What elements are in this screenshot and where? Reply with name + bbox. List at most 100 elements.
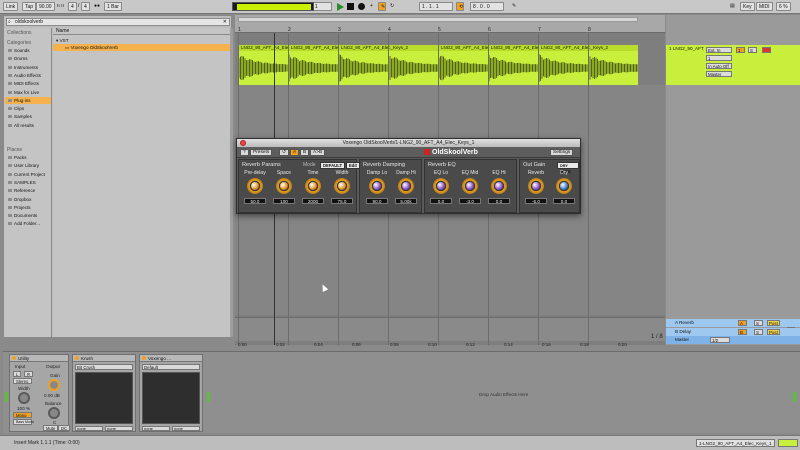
krush-macro-a[interactable]: none xyxy=(75,426,103,431)
presets-button[interactable]: Presets xyxy=(250,149,273,156)
knob-dial-icon[interactable] xyxy=(369,178,385,194)
tap-button[interactable]: Tap xyxy=(22,2,37,11)
track-activator[interactable]: 1 xyxy=(736,47,745,53)
help-button[interactable]: ? xyxy=(240,149,249,156)
knob-pre-delay[interactable]: Pre-delay 50.0 xyxy=(241,170,269,211)
audio-clip[interactable]: LNG2_90_AFT_A4_Elec_Keys_1 xyxy=(438,45,488,85)
knob-dial-icon[interactable] xyxy=(556,178,572,194)
return-track-b-delay[interactable]: B Delay B S Post xyxy=(666,327,800,336)
knob-value-field[interactable]: 0.0 xyxy=(553,198,575,204)
knob-dial-icon[interactable] xyxy=(305,178,321,194)
loop-length-field[interactable]: 8 . 0 . 0 xyxy=(470,2,504,11)
category-instruments[interactable]: Instruments xyxy=(5,64,51,71)
play-icon[interactable] xyxy=(337,3,344,11)
return-post-button[interactable]: Post xyxy=(767,320,780,326)
knob-dial-icon[interactable] xyxy=(528,178,544,194)
settings-b-button[interactable]: B xyxy=(300,149,310,156)
knob-dial-icon[interactable] xyxy=(247,178,263,194)
metronome-icon[interactable]: ●● xyxy=(92,2,102,11)
input-type-select[interactable]: Ext. In xyxy=(706,47,732,53)
knob-eq-mid[interactable]: EQ Mid -3.0 xyxy=(456,170,484,211)
power-icon[interactable] xyxy=(142,356,146,360)
category-drums[interactable]: Drums xyxy=(5,55,51,62)
settings-button[interactable]: Settings xyxy=(550,149,574,156)
input-channel-select[interactable]: 1 xyxy=(706,55,732,61)
category-plug-ins[interactable]: Plug-ins xyxy=(5,96,51,104)
category-midi-effects[interactable]: MIDI Effects xyxy=(5,80,51,87)
loop-start-field[interactable]: 1 . 1 . 1 xyxy=(419,2,453,11)
loop-toggle-icon[interactable]: ⟲ xyxy=(456,2,464,11)
return-track-name[interactable]: A Reverb xyxy=(666,319,704,327)
knob-value-field[interactable]: -6.0 xyxy=(525,198,547,204)
plugin-window-title[interactable]: Voxengo OldSkoolVerb/1-LNG2_90_AFT_A4_El… xyxy=(237,139,580,147)
mono-button[interactable]: Mono xyxy=(13,412,32,418)
knob-value-field[interactable]: 0.0 xyxy=(488,198,510,204)
audio-clip[interactable]: LNG2_90_AFT_A4_Elec_Keys_1 xyxy=(488,45,538,85)
dc-button[interactable]: DC xyxy=(58,425,71,431)
settings-a-button[interactable]: A xyxy=(290,149,300,156)
knob-dial-icon[interactable] xyxy=(433,178,449,194)
return-solo-button[interactable]: S xyxy=(754,320,763,326)
knob-dial-icon[interactable] xyxy=(462,178,478,194)
category-clips[interactable]: Clips xyxy=(5,105,51,112)
width-value[interactable]: 100 % xyxy=(17,406,30,411)
category-sounds[interactable]: Sounds xyxy=(5,47,51,54)
tempo-field[interactable]: 90.00 xyxy=(36,2,55,11)
knob-value-field[interactable]: 50.0 xyxy=(244,198,266,204)
knob-dry[interactable]: Dry 0.0 xyxy=(550,170,578,211)
bass-mono-button[interactable]: Bass Mono xyxy=(13,419,34,425)
knob-time[interactable]: Time 2000 xyxy=(299,170,327,211)
return-track-name[interactable]: B Delay xyxy=(666,328,704,336)
category-audio-effects[interactable]: Audio Effects xyxy=(5,72,51,79)
close-window-icon[interactable] xyxy=(240,140,246,146)
category-all-results[interactable]: All results xyxy=(5,122,51,129)
place-dropbox[interactable]: Dropbox xyxy=(5,196,51,203)
phase-left-button[interactable]: L xyxy=(13,371,22,377)
stop-icon[interactable] xyxy=(347,3,354,10)
place-current-project[interactable]: Current Project xyxy=(5,171,51,178)
browser-scrollbar[interactable] xyxy=(230,28,233,337)
width-knob[interactable] xyxy=(18,392,30,404)
krush-title[interactable]: Krush xyxy=(73,355,135,362)
knob-value-field[interactable]: 75.0 xyxy=(331,198,353,204)
krush-preset-select[interactable]: Bit Crush xyxy=(75,364,133,370)
knob-dial-icon[interactable] xyxy=(491,178,507,194)
arm-record-icon[interactable] xyxy=(762,47,771,53)
power-icon[interactable] xyxy=(12,356,16,360)
audio-clip[interactable]: LNG2_90_AFT_A4_Elec_Keys_1 xyxy=(238,45,288,85)
return-track-a-reverb[interactable]: A Reverb A S Post xyxy=(666,319,800,327)
category-max-for-live[interactable]: Max for Live xyxy=(5,89,51,96)
return-track-master[interactable]: Master 1/2 xyxy=(666,336,800,344)
midi-map-button[interactable]: MIDI xyxy=(756,2,773,11)
computer-keyboard-icon[interactable]: ▤ xyxy=(728,2,737,11)
place-documents[interactable]: Documents xyxy=(5,212,51,219)
power-icon[interactable] xyxy=(75,356,79,360)
knob-value-field[interactable]: 90.0 xyxy=(366,198,388,204)
knob-value-field[interactable]: -3.0 xyxy=(459,198,481,204)
return-solo-button[interactable]: S xyxy=(754,328,763,335)
name-column-header[interactable]: Name xyxy=(53,28,230,35)
selected-track-name[interactable]: 1-LNG2_90_AFT_A4_Elec_Keys_1 xyxy=(696,439,775,447)
return-activator[interactable]: A xyxy=(738,320,747,326)
key-map-button[interactable]: Key xyxy=(740,2,755,11)
place-samples[interactable]: SAMPLES xyxy=(5,179,51,186)
monitor-switch[interactable]: In Auto Off xyxy=(706,63,732,69)
place-add-folder[interactable]: Add Folder... xyxy=(5,220,51,227)
return-post-button[interactable]: Post xyxy=(767,328,780,335)
mute-button[interactable]: Mute xyxy=(43,425,59,431)
knob-eq-hi[interactable]: EQ Hi 0.0 xyxy=(485,170,513,211)
place-projects[interactable]: Projects xyxy=(5,204,51,211)
voxengo-title[interactable]: Voxengo ... xyxy=(140,355,202,362)
phase-right-button[interactable]: R xyxy=(24,371,34,377)
knob-dial-icon[interactable] xyxy=(334,178,350,194)
overview-strip[interactable] xyxy=(232,2,314,11)
vst-folder[interactable]: ▾ VST xyxy=(53,37,230,44)
overdub-icon[interactable]: + xyxy=(368,2,375,11)
knob-damp-lo[interactable]: Damp Lo 90.0 xyxy=(363,170,391,211)
category-samples[interactable]: Samples xyxy=(5,113,51,120)
mode-select[interactable]: DEFAULT xyxy=(320,162,345,169)
voxengo-macro-a[interactable]: none xyxy=(142,426,170,431)
track-name[interactable]: 1 LNG2_90_AFT_A4 xyxy=(666,45,704,53)
drop-zone-text[interactable]: Drop Audio Effects Here xyxy=(479,392,528,397)
knob-value-field[interactable]: 100 xyxy=(273,198,295,204)
